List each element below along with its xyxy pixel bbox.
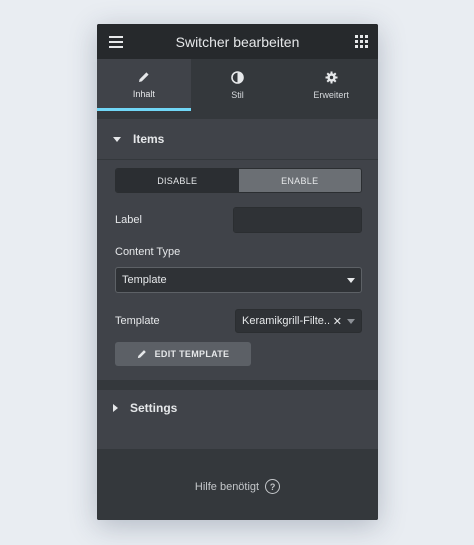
half-circle-icon	[231, 70, 244, 84]
panel-tabs: Inhalt Stil Erweitert	[97, 59, 378, 111]
spacer	[97, 111, 378, 119]
label-field-label: Label	[115, 214, 142, 226]
tab-label: Inhalt	[132, 89, 155, 99]
template-row: Template Keramikgrill-Filte... ✕	[115, 309, 362, 333]
label-field	[233, 207, 362, 233]
panel-title: Switcher bearbeiten	[175, 33, 300, 50]
content-type-label: Content Type	[115, 246, 181, 258]
hamburger-menu-icon[interactable]	[109, 36, 123, 48]
items-section-body: DISABLE ENABLE Label Content Type Templa…	[97, 159, 378, 380]
tab-inhalt[interactable]: Inhalt	[97, 59, 191, 111]
divider	[97, 380, 378, 390]
content-type-select[interactable]: Template	[115, 267, 362, 293]
label-row: Label	[115, 207, 362, 233]
editor-panel: Switcher bearbeiten Inhalt Stil Erweiter…	[97, 24, 378, 520]
tab-label: Stil	[231, 89, 244, 100]
tab-label: Erweitert	[313, 89, 349, 100]
dropdown-arrow-icon	[347, 277, 355, 283]
edit-template-label: EDIT TEMPLATE	[154, 349, 230, 359]
disable-option[interactable]: DISABLE	[116, 169, 239, 192]
question-circle-icon: ?	[265, 479, 281, 494]
tab-stil[interactable]: Stil	[191, 59, 285, 111]
help-label: Hilfe benötigt	[194, 480, 260, 493]
gear-icon	[325, 71, 338, 83]
template-select[interactable]: Keramikgrill-Filte... ✕	[235, 309, 362, 333]
help-link[interactable]: Hilfe benötigt ?	[97, 479, 378, 494]
clear-icon[interactable]: ✕	[333, 315, 342, 328]
caret-right-icon	[113, 404, 118, 412]
grid-apps-icon[interactable]	[355, 35, 368, 48]
section-title: Settings	[130, 401, 178, 415]
pencil-icon	[137, 350, 146, 359]
label-input[interactable]	[234, 208, 361, 232]
edit-template-button[interactable]: EDIT TEMPLATE	[115, 342, 251, 366]
template-label: Template	[115, 315, 160, 327]
disable-enable-toggle: DISABLE ENABLE	[115, 168, 362, 193]
pencil-icon	[138, 72, 149, 82]
content-type-value: Template	[122, 274, 167, 286]
tab-erweitert[interactable]: Erweitert	[284, 59, 378, 111]
dropdown-arrow-icon	[347, 318, 355, 324]
settings-section-header[interactable]: Settings	[97, 390, 378, 426]
enable-option[interactable]: ENABLE	[238, 169, 361, 192]
section-title: Items	[133, 132, 165, 146]
panel-header: Switcher bearbeiten	[97, 24, 378, 59]
template-value: Keramikgrill-Filte...	[242, 315, 331, 327]
caret-down-icon	[113, 136, 121, 142]
items-section-header[interactable]: Items	[97, 119, 378, 159]
